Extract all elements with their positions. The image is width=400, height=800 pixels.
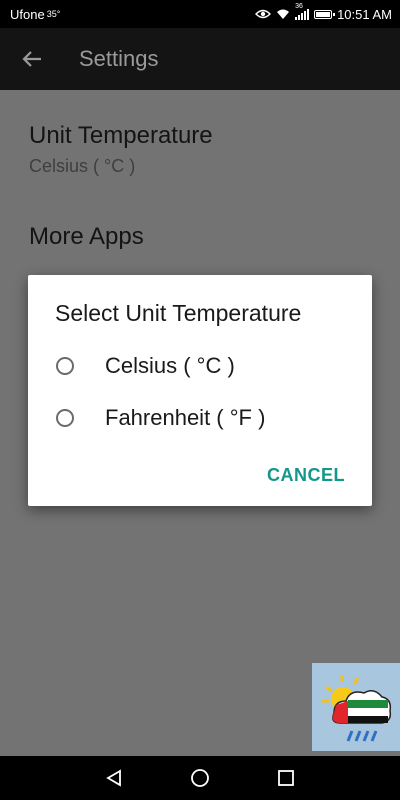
pref-summary: Celsius ( °C ) [29,156,136,176]
clock: 10:51 AM [337,6,392,22]
system-nav-bar [0,756,400,800]
wifi-icon [276,9,290,20]
network-type-label: 36 [295,2,303,10]
temperature-label: 35° [46,9,61,19]
arrow-back-icon[interactable] [17,44,47,74]
page-title: Settings [79,46,159,71]
carrier-label: Ufone [10,6,45,22]
pref-unit-temperature[interactable]: Unit Temperature Celsius ( °C ) [29,122,213,177]
status-bar: Ufone 35° 36 10:51 AM [0,0,400,28]
status-icons: 36 10:51 AM [255,3,392,22]
radio-button-icon[interactable] [56,357,74,375]
option-celsius[interactable]: Celsius ( °C ) [56,351,235,381]
pref-title: Unit Temperature [29,122,213,149]
cancel-button[interactable]: CANCEL [267,465,345,486]
battery-fill [316,11,330,17]
pref-more-apps[interactable]: More Apps [29,223,144,251]
app-bar: Settings [0,28,400,90]
battery-icon [314,9,336,19]
signal-icon: 36 [295,3,310,20]
nav-recents-icon[interactable] [277,769,295,787]
weather-app-icon[interactable] [312,663,400,751]
option-fahrenheit[interactable]: Fahrenheit ( °F ) [56,403,265,433]
weather-uae-flag-icon [312,663,400,751]
option-label: Celsius ( °C ) [105,353,235,378]
pref-title: More Apps [29,223,144,250]
nav-back-icon[interactable] [105,769,123,787]
unit-temperature-dialog: Select Unit Temperature Celsius ( °C ) F… [28,275,372,506]
option-label: Fahrenheit ( °F ) [105,405,266,430]
eye-icon [255,9,272,19]
dialog-title: Select Unit Temperature [55,300,302,326]
radio-button-icon[interactable] [56,409,74,427]
nav-home-icon[interactable] [190,768,210,788]
